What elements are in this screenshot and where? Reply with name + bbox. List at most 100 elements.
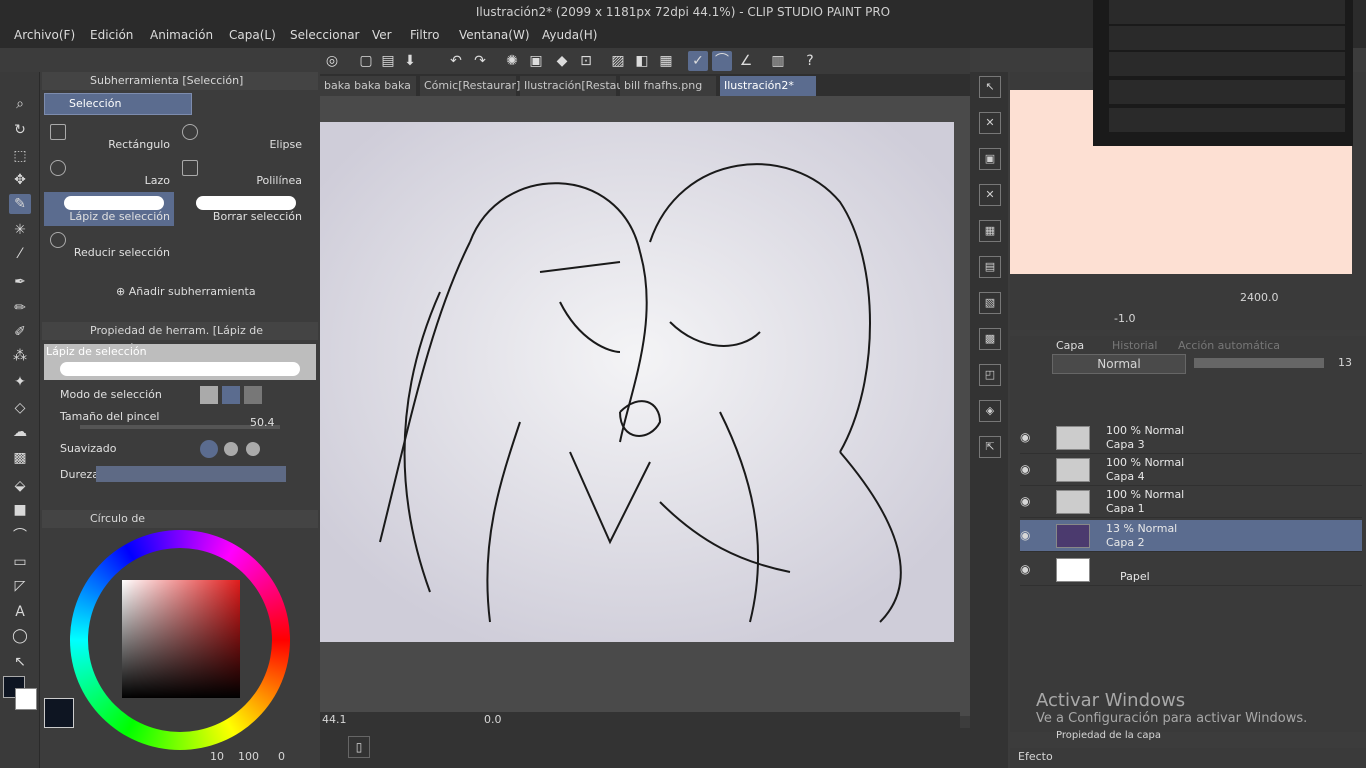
airbrush-icon[interactable]: ⁂ xyxy=(9,346,31,366)
subtool-polyline[interactable]: Polilínea xyxy=(176,156,306,190)
menu-ver[interactable]: Ver xyxy=(372,28,392,42)
tab-doc-3[interactable]: Ilustración[Restaurar] xyxy=(520,76,643,96)
balloon-icon[interactable]: ◯ xyxy=(9,626,31,646)
menu-filtro[interactable]: Filtro xyxy=(410,28,439,42)
eye-icon[interactable]: ◉ xyxy=(1020,562,1030,576)
fill-tool-icon[interactable]: ▩ xyxy=(9,448,31,468)
layer-row[interactable]: ◉ 100 % Normal Capa 4 xyxy=(1020,454,1362,486)
navigator-rotation[interactable]: -1.0 xyxy=(1114,312,1135,325)
pencil-icon[interactable]: ✏ xyxy=(9,298,31,318)
move-icon[interactable]: ✥ xyxy=(9,170,31,190)
snap-ruler-icon[interactable]: ✓ xyxy=(688,51,708,71)
navigator-zoom[interactable]: 2400.0 xyxy=(1240,291,1279,304)
new-file-icon[interactable]: ▢ xyxy=(356,51,376,71)
rotation-value[interactable]: 0.0 xyxy=(484,713,502,726)
layer-row[interactable]: ◉ 100 % Normal Capa 3 xyxy=(1020,422,1362,454)
canvas[interactable] xyxy=(320,122,954,642)
eye-icon[interactable]: ◉ xyxy=(1020,494,1030,508)
brush-icon[interactable]: ✐ xyxy=(9,322,31,342)
rotate-icon[interactable]: ↻ xyxy=(9,120,31,140)
subtool-erase-selection[interactable]: Borrar selección xyxy=(176,192,306,226)
subtool-rectangle[interactable]: Rectángulo xyxy=(44,120,174,154)
pen-icon[interactable]: ✒ xyxy=(9,272,31,292)
mode-new-button[interactable] xyxy=(200,386,218,404)
sub-color-swatch[interactable] xyxy=(15,688,37,710)
clear-icon[interactable]: ▣ xyxy=(526,51,546,71)
layer-row-selected[interactable]: ◉ 13 % Normal Capa 2 xyxy=(1020,520,1362,552)
eyedropper-icon[interactable]: ⁄ xyxy=(9,244,31,264)
smoothing-option-1[interactable] xyxy=(200,440,218,458)
smoothing-option-3[interactable] xyxy=(246,442,260,456)
frame-icon[interactable]: ▭ xyxy=(9,552,31,572)
help-icon[interactable]: ? xyxy=(800,51,820,71)
material-4-icon[interactable]: ▤ xyxy=(979,256,1001,278)
tab-doc-2[interactable]: Cómic[Restaurar] xyxy=(420,76,520,96)
add-subtool-button[interactable]: ⊕ Añadir subherramienta xyxy=(116,285,256,298)
subtool-shrink-selection[interactable]: Reducir selección xyxy=(44,228,174,262)
mode-subtract-button[interactable] xyxy=(244,386,262,404)
figure-icon[interactable]: ⌒ xyxy=(9,526,31,546)
snap-special-ruler-icon[interactable]: ⌒ xyxy=(712,51,732,71)
paper-layer-row[interactable]: ◉ Papel xyxy=(1020,554,1362,586)
clip-studio-icon[interactable]: ◎ xyxy=(322,51,342,71)
subtool-lasso[interactable]: Lazo xyxy=(44,156,174,190)
menu-seleccionar[interactable]: Seleccionar xyxy=(290,28,359,42)
menu-ayuda[interactable]: Ayuda(H) xyxy=(542,28,597,42)
tab-doc-4[interactable]: bill fnafhs.png xyxy=(620,76,716,96)
eye-icon[interactable]: ◉ xyxy=(1020,528,1030,542)
smoothing-option-2[interactable] xyxy=(224,442,238,456)
material-icon[interactable]: ▣ xyxy=(979,148,1001,170)
zoom-icon[interactable]: ⌕ xyxy=(9,94,31,114)
transform-icon[interactable]: ⊡ xyxy=(576,51,596,71)
selection-area-icon[interactable]: ▦ xyxy=(656,51,676,71)
brush-size-value[interactable]: 50.4 xyxy=(250,416,275,429)
invert-selection-icon[interactable]: ◧ xyxy=(632,51,652,71)
text-icon[interactable]: A xyxy=(9,602,31,622)
menu-ventana[interactable]: Ventana(W) xyxy=(459,28,530,42)
deselect-icon[interactable]: ▨ xyxy=(608,51,628,71)
tab-layer[interactable]: Capa xyxy=(1056,339,1084,352)
material-6-icon[interactable]: ▩ xyxy=(979,328,1001,350)
menu-edicion[interactable]: Edición xyxy=(90,28,133,42)
hardness-selector[interactable] xyxy=(96,466,286,482)
auto-select-icon[interactable]: ✳ xyxy=(9,220,31,240)
eraser-icon[interactable]: ◇ xyxy=(9,398,31,418)
tab-auto-action[interactable]: Acción automática xyxy=(1178,339,1280,352)
menu-archivo[interactable]: Archivo(F) xyxy=(14,28,75,42)
material-5-icon[interactable]: ▧ xyxy=(979,292,1001,314)
material-7-icon[interactable]: ◰ xyxy=(979,364,1001,386)
correct-line-icon[interactable]: ↖ xyxy=(9,652,31,672)
subtool-selection-pen[interactable]: Lápiz de selección xyxy=(44,192,174,226)
navigator-icon[interactable]: ↖ xyxy=(979,76,1001,98)
menu-animacion[interactable]: Animación xyxy=(150,28,213,42)
undo-icon[interactable]: ↶ xyxy=(446,51,466,71)
material-9-icon[interactable]: ⇱ xyxy=(979,436,1001,458)
open-file-icon[interactable]: ▤ xyxy=(378,51,398,71)
material-3-icon[interactable]: ▦ xyxy=(979,220,1001,242)
menu-capa[interactable]: Capa(L) xyxy=(229,28,276,42)
gradient-icon[interactable]: ■ xyxy=(9,500,31,520)
eye-icon[interactable]: ◉ xyxy=(1020,462,1030,476)
zoom-value[interactable]: 44.1 xyxy=(322,713,347,726)
bucket-icon[interactable]: ⬙ xyxy=(9,476,31,496)
mode-add-button[interactable] xyxy=(222,386,240,404)
blend-icon[interactable]: ☁ xyxy=(9,422,31,442)
material-8-icon[interactable]: ◈ xyxy=(979,400,1001,422)
layer-row[interactable]: ◉ 100 % Normal Capa 1 xyxy=(1020,486,1362,518)
layout-icon[interactable]: ▯ xyxy=(348,736,370,758)
tab-doc-1[interactable]: baka baka baka xyxy=(320,76,416,96)
saturation-square[interactable] xyxy=(122,580,240,698)
save-icon[interactable]: ⬇ xyxy=(400,51,420,71)
fill-icon[interactable]: ◆ xyxy=(552,51,572,71)
opacity-slider[interactable] xyxy=(1194,358,1324,368)
object-icon[interactable]: ⬚ xyxy=(9,146,31,166)
blend-mode-select[interactable]: Normal xyxy=(1052,354,1186,374)
decoration-icon[interactable]: ✦ xyxy=(9,372,31,392)
snap-grid-icon[interactable]: ∠ xyxy=(736,51,756,71)
loading-icon[interactable]: ✺ xyxy=(502,51,522,71)
sub-tool-group-tab[interactable]: Selección xyxy=(44,93,192,115)
opacity-value[interactable]: 13 xyxy=(1338,356,1352,369)
ruler-icon[interactable]: ◸ xyxy=(9,576,31,596)
keyboard-icon[interactable]: ▥ xyxy=(768,51,788,71)
subtool-ellipse[interactable]: Elipse xyxy=(176,120,306,154)
